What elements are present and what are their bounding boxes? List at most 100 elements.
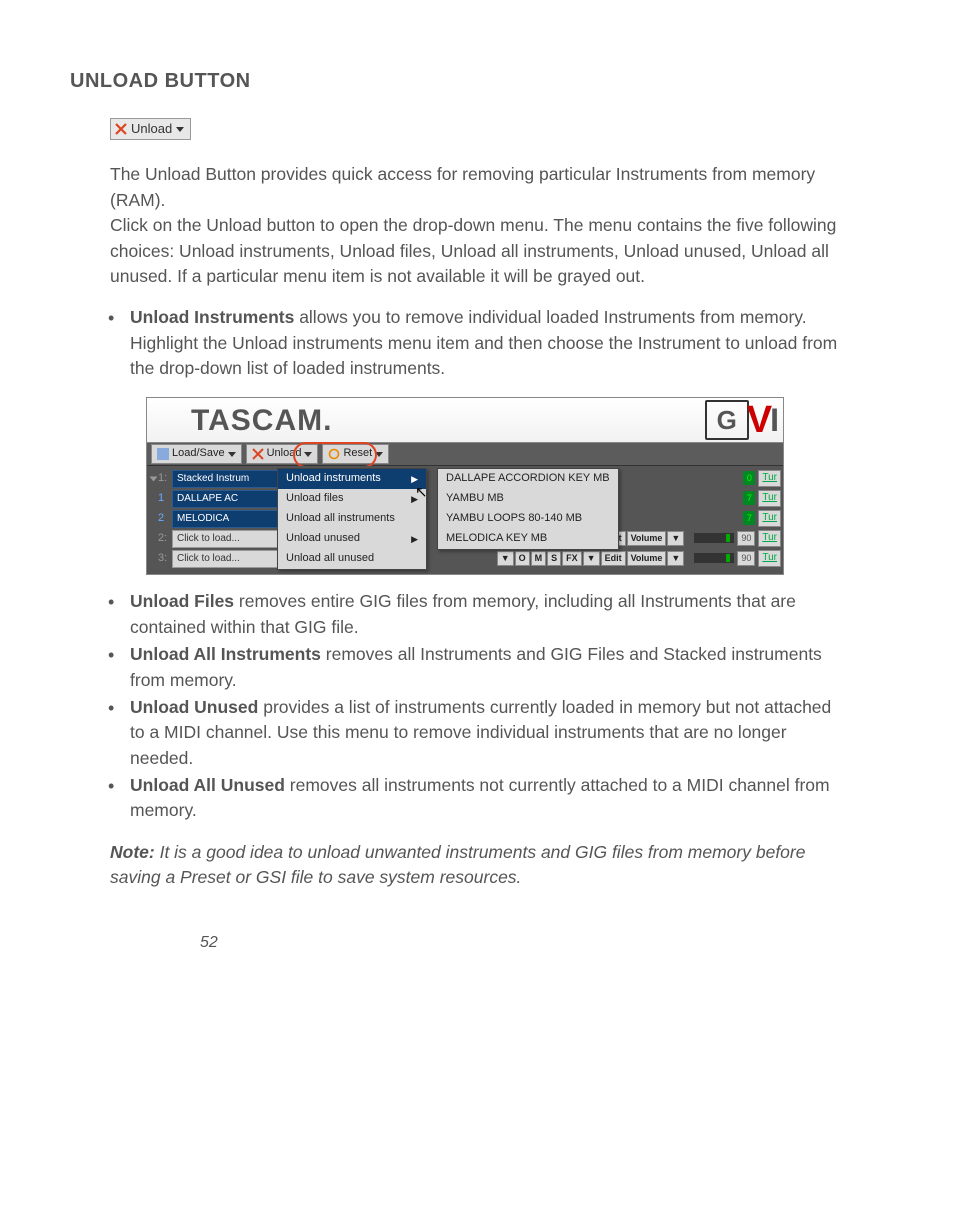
slot-label: Stacked Instrum (172, 470, 281, 489)
slot-3[interactable]: 3:Click to load... (151, 550, 281, 567)
gvi-logo: G V I (705, 393, 779, 448)
submenu-arrow-icon: ▶ (411, 533, 418, 546)
intro-text-1: The Unload Button provides quick access … (110, 164, 815, 209)
note-label: Note: (110, 842, 155, 862)
menu-label: Unload instruments (286, 471, 381, 487)
s-button[interactable]: S (547, 551, 561, 566)
slot-1-1[interactable]: 1DALLAPE AC (151, 490, 281, 507)
chevron-down-icon (228, 452, 236, 457)
tascam-logo: TASCAM. (191, 399, 332, 443)
intro-paragraph: The Unload Button provides quick access … (110, 162, 844, 289)
menu-unload-files[interactable]: Unload files▶ (278, 489, 426, 509)
chevron-down-icon (176, 127, 184, 132)
unload-submenu: DALLAPE ACCORDION KEY MB YAMBU MB YAMBU … (437, 468, 619, 550)
menu-unload-all-instruments[interactable]: Unload all instruments (278, 509, 426, 529)
volume-button[interactable]: Volume (627, 551, 667, 566)
slot-num: 1 (158, 491, 172, 507)
tur-button[interactable]: Tur (758, 510, 781, 527)
dropdown-icon[interactable]: ▼ (667, 551, 684, 566)
note-paragraph: Note: It is a good idea to unload unwant… (110, 840, 844, 891)
menu-label: Unload all instruments (286, 511, 395, 527)
gvi-v: V (747, 393, 772, 448)
submenu-item[interactable]: YAMBU MB (438, 489, 618, 509)
content-area: 1:Stacked Instrum 1DALLAPE AC 2 MELODICA … (147, 466, 783, 574)
volume-bar[interactable] (694, 533, 734, 543)
submenu-item[interactable]: MELODICA KEY MB (438, 529, 618, 549)
expand-icon (150, 476, 158, 481)
slot-label: Click to load... (172, 550, 281, 569)
submenu-item[interactable]: YAMBU LOOPS 80-140 MB (438, 509, 618, 529)
tur-button[interactable]: Tur (758, 550, 781, 567)
loadsave-label: Load/Save (172, 446, 225, 462)
bullet-unload-instruments: Unload Instruments allows you to remove … (108, 305, 844, 381)
bullet-label: Unload All Unused (130, 775, 285, 795)
slot-2[interactable]: 2:Click to load... (151, 530, 281, 547)
intro-text-2: Click on the Unload button to open the d… (110, 215, 836, 286)
slot-num: 3: (158, 551, 172, 567)
slot-label: Click to load... (172, 530, 281, 549)
bullet-unload-files: Unload Files removes entire GIG files fr… (108, 589, 844, 640)
toolbar: Load/Save Unload Reset (147, 442, 783, 466)
midi-badge: 0 (743, 471, 755, 485)
page-title: UNLOAD BUTTON (70, 67, 884, 96)
slot-1-2[interactable]: 2MELODICA (151, 510, 281, 527)
bullet-label: Unload All Instruments (130, 644, 321, 664)
volume-button[interactable]: Volume (627, 531, 667, 546)
chevron-down-icon (375, 452, 383, 457)
slot-label: DALLAPE AC (172, 490, 281, 509)
slot-num: 2: (158, 531, 172, 547)
cursor-icon: ↖ (415, 482, 428, 504)
page-number: 52 (200, 931, 884, 954)
bullet-unload-unused: Unload Unused provides a list of instrum… (108, 695, 844, 771)
screenshot-header: TASCAM. G V I (147, 398, 783, 442)
dropdown-icon[interactable]: ▼ (667, 531, 684, 546)
menu-label: Unload unused (286, 531, 360, 547)
track-controls: ▼ O M S FX ▼ Edit Volume ▼ (497, 551, 686, 566)
submenu-item[interactable]: DALLAPE ACCORDION KEY MB (438, 469, 618, 489)
volume-bar[interactable] (694, 553, 734, 563)
unload-toolbar-label: Unload (267, 446, 302, 462)
volume-value: 90 (737, 531, 755, 546)
slot-num: 2 (158, 511, 172, 527)
chevron-down-icon (304, 452, 312, 457)
dropdown-icon[interactable]: ▼ (497, 551, 514, 566)
dropdown-icon[interactable]: ▼ (583, 551, 600, 566)
m-button[interactable]: M (531, 551, 547, 566)
menu-unload-all-unused[interactable]: Unload all unused (278, 549, 426, 569)
loadsave-icon (157, 448, 169, 460)
gvi-g: G (705, 400, 749, 440)
instrument-slots: 1:Stacked Instrum 1DALLAPE AC 2MELODICA … (147, 466, 281, 574)
bullet-label: Unload Unused (130, 697, 258, 717)
menu-unload-unused[interactable]: Unload unused ▶ (278, 529, 426, 549)
slot-1[interactable]: 1:Stacked Instrum (151, 470, 281, 487)
menu-label: Unload all unused (286, 551, 374, 567)
fx-button[interactable]: FX (562, 551, 582, 566)
reset-label: Reset (343, 446, 372, 462)
o-button[interactable]: O (515, 551, 530, 566)
tur-button[interactable]: Tur (758, 530, 781, 547)
midi-badge: 7 (743, 511, 755, 525)
bullet-unload-all-unused: Unload All Unused removes all instrument… (108, 773, 844, 824)
x-icon (252, 448, 264, 460)
slot-label: MELODICA (172, 510, 281, 529)
gvi-i: I (770, 397, 779, 443)
unload-dropdown: Unload instruments▶ Unload files▶ Unload… (277, 468, 427, 570)
reset-button[interactable]: Reset (322, 444, 389, 464)
bullet-label: Unload Files (130, 591, 234, 611)
volume-value: 90 (737, 551, 755, 566)
unload-toolbar-button[interactable]: Unload (246, 444, 319, 464)
slot-num: 1: (158, 471, 172, 487)
tur-button[interactable]: Tur (758, 490, 781, 507)
unload-header-button: Unload (110, 118, 191, 141)
midi-badge: 7 (743, 491, 755, 505)
x-icon (114, 122, 128, 136)
bullet-label: Unload Instruments (130, 307, 294, 327)
unload-header-label: Unload (131, 120, 172, 139)
edit-button[interactable]: Edit (601, 551, 626, 566)
tur-button[interactable]: Tur (758, 470, 781, 487)
loadsave-button[interactable]: Load/Save (151, 444, 242, 464)
app-screenshot: TASCAM. G V I Load/Save Unload Reset 1:S… (146, 397, 784, 575)
menu-unload-instruments[interactable]: Unload instruments▶ (278, 469, 426, 489)
note-text: It is a good idea to unload unwanted ins… (110, 842, 805, 887)
menu-label: Unload files (286, 491, 343, 507)
